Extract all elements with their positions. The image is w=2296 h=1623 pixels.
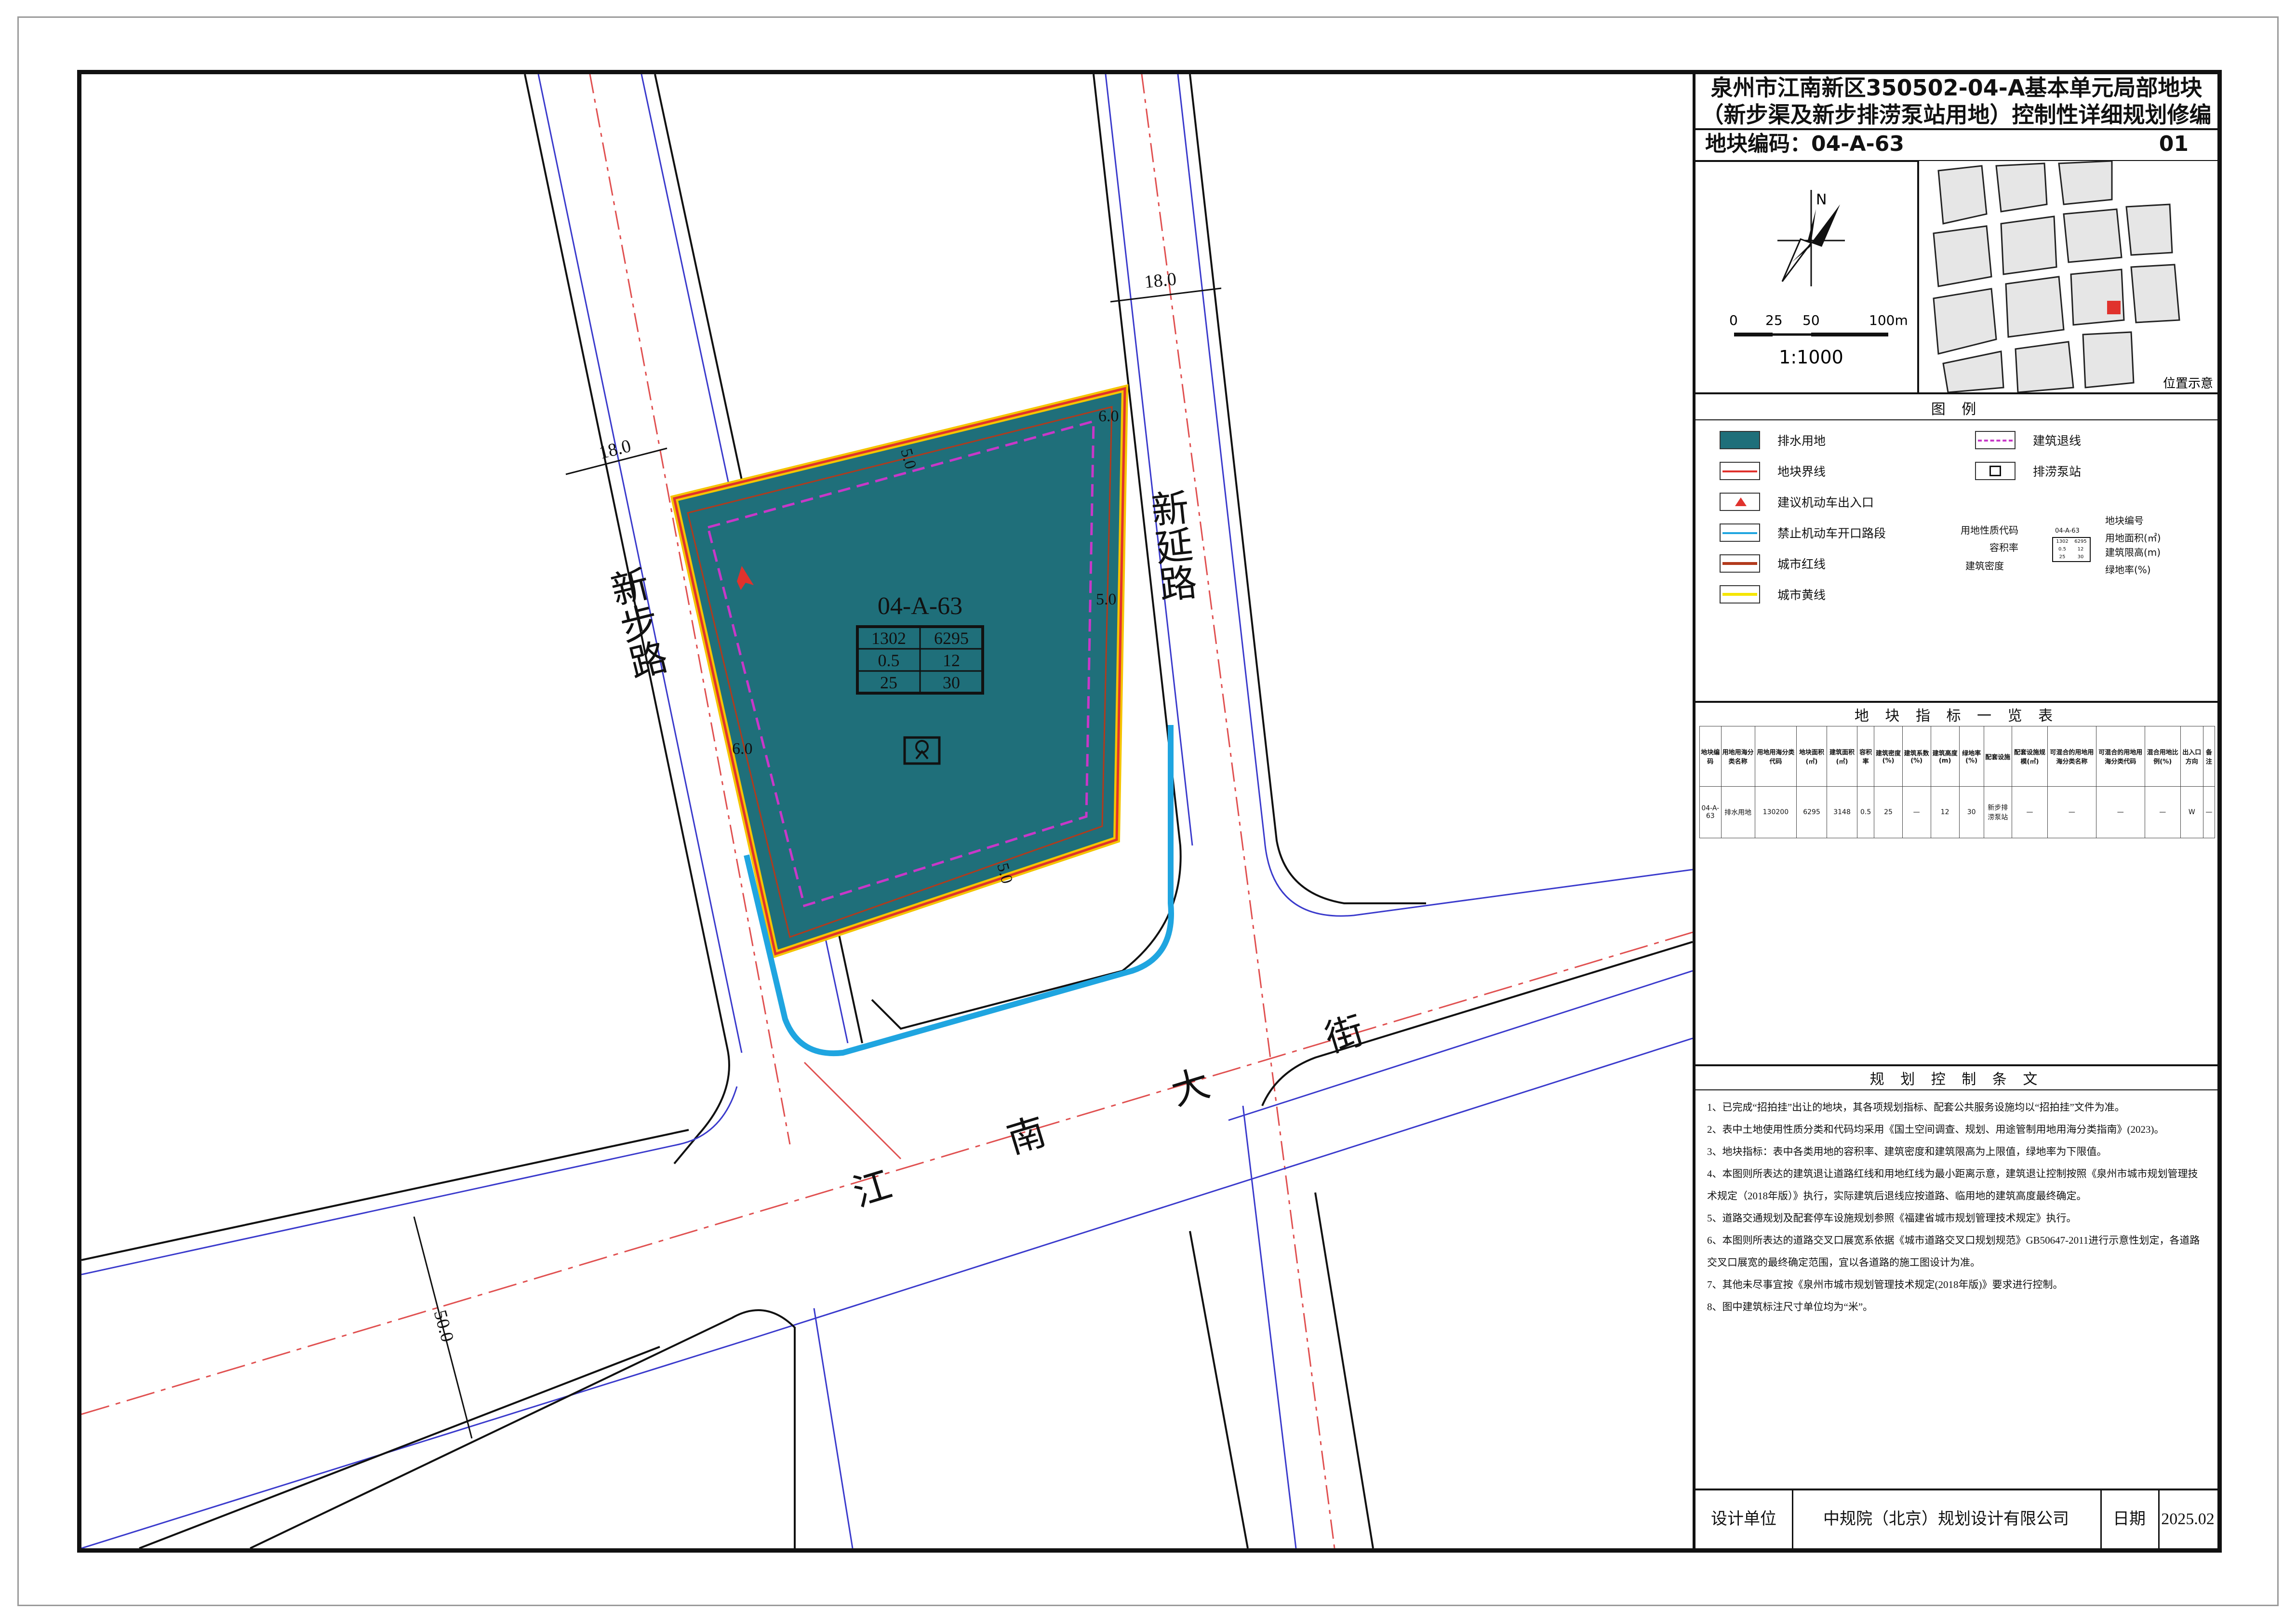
legend-item-setback: 建筑退线 — [1975, 431, 2081, 449]
index-table: 地块编码 用地用海分类名称 用地用海分类代码 地块面积(㎡) 建筑面积(㎡) 容… — [1699, 726, 2216, 838]
clauses-list: 1、已完成“招拍挂”出让的地块，其各项规划指标、配套公共服务设施均以“招拍挂”文… — [1707, 1096, 2206, 1318]
index-table-header-row: 地块编码 用地用海分类名称 用地用海分类代码 地块面积(㎡) 建筑面积(㎡) 容… — [1699, 726, 2216, 787]
clause-item: 4、本图则所表达的建筑退让道路红线和用地红线为最小距离示意，建筑退让控制按照《泉… — [1707, 1168, 2198, 1202]
boundary-line-icon — [1720, 462, 1760, 480]
legend-item-no-access: 禁止机动车开口路段 — [1720, 523, 1886, 542]
svg-text:12: 12 — [943, 651, 960, 670]
sheet-title: 泉州市江南新区350502-04-A基本单元局部地块 （新步渠及新步排涝泵站用地… — [1695, 74, 2217, 128]
clause-item: 6、本图则所表达的道路交叉口展宽系依据《城市道路交叉口规划规范》GB50647-… — [1707, 1234, 2200, 1268]
svg-text:5.0: 5.0 — [1096, 590, 1117, 608]
location-label: 位置示意 — [2163, 376, 2213, 391]
legend-heading: 图 例 — [1931, 401, 1982, 418]
clause-item: 2、表中土地使用性质分类和代码均采用《国土空间调查、规划、用途管制用地用海分类指… — [1707, 1124, 2164, 1135]
svg-text:25: 25 — [880, 673, 897, 692]
svg-text:6.0: 6.0 — [732, 740, 753, 758]
index-table-heading: 地 块 指 标 一 览 表 — [1854, 708, 2059, 724]
yellow-line-icon — [1720, 585, 1760, 604]
svg-text:6.0: 6.0 — [1098, 407, 1119, 425]
designer-label: 设计单位 — [1695, 1490, 1793, 1548]
title-line-1: 泉州市江南新区350502-04-A基本单元局部地块 — [1710, 75, 2203, 101]
dimension-xinbu-width: 18.0 — [565, 436, 667, 475]
parcel-code: 04-A-63 — [878, 592, 962, 620]
legend-item-red-line: 城市红线 — [1720, 554, 1826, 573]
map-area: 04-A-63 1302 6295 0.5 12 25 30 18.0 18.0… — [81, 74, 1693, 1548]
svg-text:1302: 1302 — [871, 629, 906, 648]
sheet-number: 01 — [2159, 132, 2189, 156]
svg-text:0.5: 0.5 — [878, 651, 900, 670]
site-map: 04-A-63 1302 6295 0.5 12 25 30 18.0 18.0… — [81, 74, 1693, 1548]
clauses-heading: 规 划 控 制 条 文 — [1869, 1071, 2043, 1088]
red-line-icon — [1720, 554, 1760, 573]
legend-item-yellow-line: 城市黄线 — [1720, 585, 1826, 604]
clause-item: 8、图中建筑标注尺寸单位均为“米”。 — [1707, 1301, 1873, 1313]
designer-name: 中规院（北京）规划设计有限公司 — [1792, 1490, 2102, 1548]
clause-item: 1、已完成“招拍挂”出让的地块，其各项规划指标、配套公共服务设施均以“招拍挂”文… — [1707, 1101, 2125, 1113]
legend-item-drainage: 排水用地 — [1720, 431, 1826, 449]
pump-station-legend-icon — [1975, 462, 2016, 480]
legend-item-boundary: 地块界线 — [1720, 462, 1826, 480]
title-block-footer: 设计单位 中规院（北京）规划设计有限公司 日期 2025.02 — [1695, 1489, 2217, 1548]
location-marker — [2107, 301, 2121, 314]
legend-item-entrance: 建议机动车出入口 — [1720, 493, 1874, 511]
title-line-2: （新步渠及新步排涝泵站用地）控制性详细规划修编 — [1701, 102, 2212, 128]
svg-text:0: 0 — [1729, 312, 1738, 328]
svg-text:18.0: 18.0 — [1143, 269, 1177, 293]
svg-text:50: 50 — [1802, 312, 1820, 328]
svg-text:50.0: 50.0 — [430, 1308, 458, 1344]
svg-text:100m: 100m — [1869, 312, 1908, 328]
legend-key-diagram: 用地性质代码 容积率 建筑密度 04-A-63 1302 6295 0.5 12… — [1961, 515, 2161, 576]
dimension-jiangnan-width: 50.0 — [413, 1216, 473, 1439]
parcel-code-row: 地块编码：04-A-63 01 — [1705, 129, 2208, 159]
clause-item: 7、其他未尽事宜按《泉州市城市规划管理技术规定(2018年版)》要求进行控制。 — [1707, 1279, 2063, 1290]
scale-ratio: 1:1000 — [1779, 347, 1843, 368]
location-map: 位置示意 — [1917, 160, 2217, 393]
table-row: 04-A-63 排水用地 130200 6295 3148 0.5 25 — 1… — [1699, 786, 2216, 838]
dimension-xinyan-width: 18.0 — [1110, 269, 1222, 303]
legend-item-pump-station: 排涝泵站 — [1975, 462, 2081, 480]
location-map-graphic: 位置示意 — [1919, 160, 2217, 393]
clause-item: 5、道路交通规划及配套停车设施规划参照《福建省城市规划管理技术规定》执行。 — [1707, 1212, 2077, 1224]
entrance-arrow-legend-icon — [1720, 493, 1760, 511]
compass-scale-box: N 0 25 50 100m 1:1000 — [1695, 161, 1917, 392]
drainage-swatch-icon — [1720, 431, 1760, 449]
setback-line-icon — [1975, 431, 2016, 449]
parcel-code-label: 地块编码：04-A-63 — [1705, 132, 1905, 156]
info-panel: 泉州市江南新区350502-04-A基本单元局部地块 （新步渠及新步排涝泵站用地… — [1693, 74, 2217, 1548]
jiangnan-avenue — [81, 931, 1693, 1548]
no-access-line-icon — [1720, 523, 1760, 542]
legend-key-table: 1302 6295 0.5 12 25 30 — [2052, 537, 2091, 562]
svg-text:6295: 6295 — [934, 629, 969, 648]
clause-item: 3、地块指标：表中各类用地的容积率、建筑密度和建筑限高为上限值，绿地率为下限值。 — [1707, 1146, 2107, 1157]
north-arrow-icon: N 0 25 50 100m 1:1000 — [1729, 190, 1908, 368]
date-label: 日期 — [2100, 1490, 2160, 1548]
svg-text:30: 30 — [943, 673, 960, 692]
date-value: 2025.02 — [2161, 1510, 2215, 1528]
north-label: N — [1816, 191, 1827, 208]
svg-text:25: 25 — [1765, 312, 1783, 328]
